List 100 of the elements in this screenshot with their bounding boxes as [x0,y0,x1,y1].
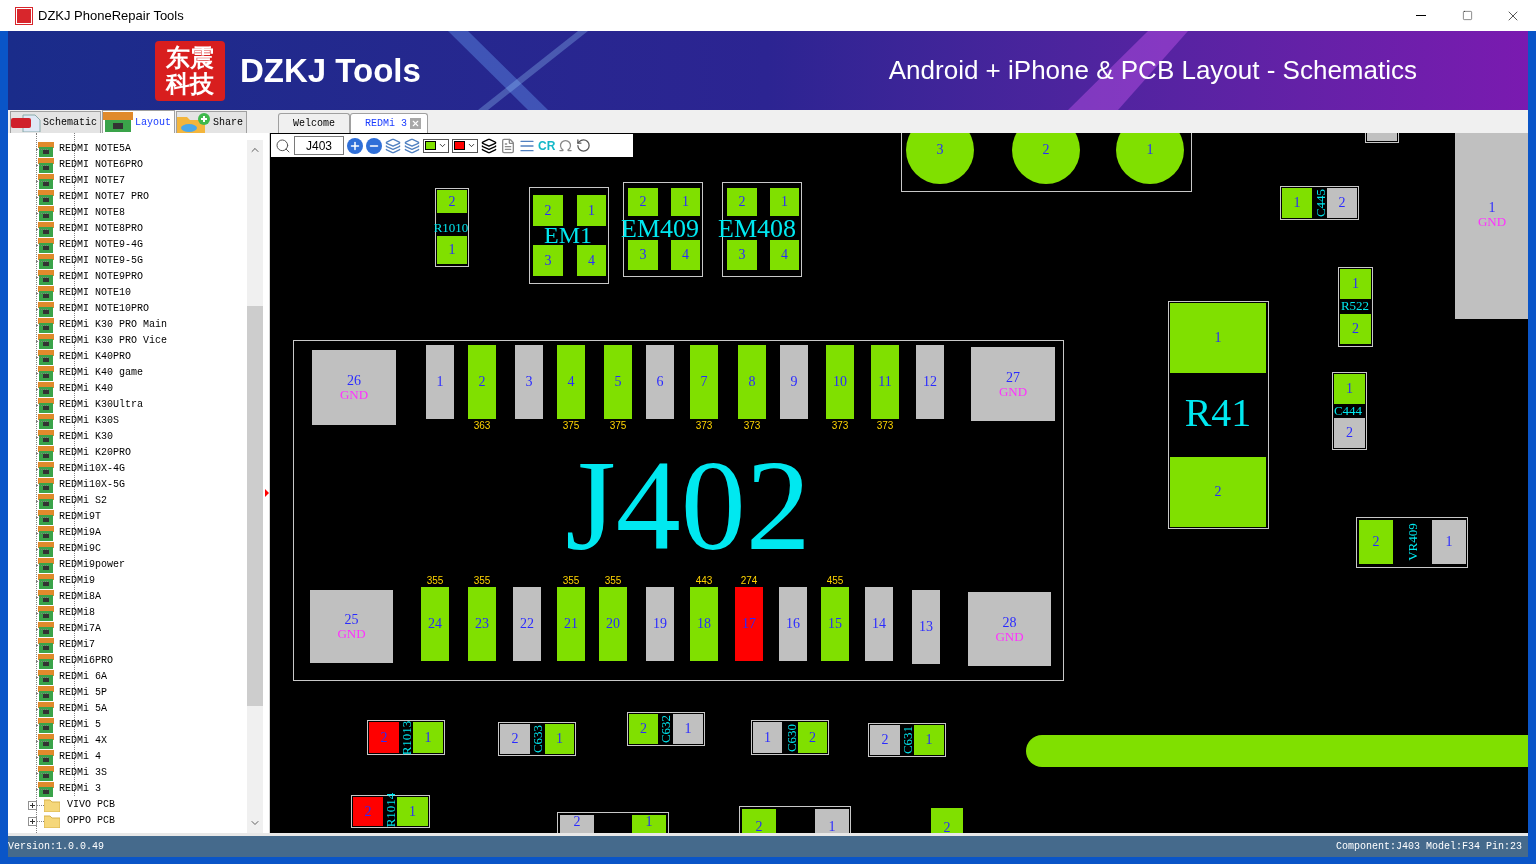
solder-pad[interactable]: 1 [770,188,799,216]
tab[interactable]: Layout [102,110,176,133]
solder-pad[interactable]: 10 [826,345,854,419]
solder-pad[interactable]: 1 [426,345,454,419]
component-outline[interactable] [1338,267,1373,347]
solder-pad[interactable]: 21 [557,587,585,661]
tree-item[interactable]: REDMi6PRO [59,656,113,666]
tree-item[interactable]: REDMI NOTE9PRO [59,272,143,282]
component-outline[interactable] [1332,372,1367,450]
document-tab[interactable]: Welcome [278,113,350,133]
reset-icon[interactable] [576,138,592,153]
tree-item[interactable]: REDMi 4X [59,736,107,746]
component-outline[interactable] [529,187,609,284]
solder-pad[interactable]: 14 [865,587,893,661]
solder-pad[interactable]: 13 [912,590,940,664]
component-outline[interactable] [868,723,946,757]
tree-item[interactable]: REDMi 3 [59,784,101,794]
solder-pad[interactable]: 1 [1282,188,1312,218]
solder-pad[interactable]: 1 [413,722,443,753]
tree-item[interactable]: REDMi9T [59,512,101,522]
search-icon[interactable] [275,137,291,154]
tree-item[interactable]: REDMI NOTE10 [59,288,131,298]
tree-item[interactable]: REDMi9C [59,544,101,554]
tree-item[interactable]: REDMi 5 [59,720,101,730]
solder-pad[interactable]: 22 [513,587,541,661]
solder-pad[interactable]: 6 [646,345,674,419]
tree-item[interactable]: REDMI NOTE5A [59,144,131,154]
solder-pad[interactable]: 3 [533,245,563,276]
solder-pad[interactable]: 24 [421,587,449,661]
solder-pad[interactable]: 1 [1432,520,1466,564]
omega-icon[interactable] [558,138,574,153]
tree-item[interactable]: REDMI NOTE7 PRO [59,192,149,202]
solder-pad[interactable]: 11 [871,345,899,419]
solder-pad[interactable]: 1 [1116,133,1184,184]
solder-pad[interactable]: 4 [557,345,585,419]
solder-pad[interactable]: 1 [397,797,428,826]
solder-pad[interactable]: 1 GND [1455,133,1528,319]
solder-pad[interactable]: 1 [1340,269,1371,299]
solder-pad[interactable]: 2 [727,188,757,216]
solder-pad[interactable]: 8 [738,345,766,419]
solder-pad[interactable]: 15 [821,587,849,661]
tree-item[interactable]: REDMi9 [59,576,95,586]
solder-pad[interactable]: 5 [604,345,632,419]
solder-pad[interactable]: 1 [673,714,703,744]
solder-pad[interactable]: 1 [632,815,666,833]
expand-icon[interactable] [28,816,37,826]
search-field[interactable]: J403 [294,136,344,155]
tree-item[interactable]: REDMi10X-5G [59,480,125,490]
solder-pad[interactable]: 2 [931,808,963,833]
component-outline[interactable] [1168,301,1269,529]
tree-item[interactable]: REDMI NOTE7 [59,176,125,186]
tree-item[interactable]: REDMi 3S [59,768,107,778]
document-tab[interactable]: REDMi 3 [350,113,429,133]
solder-pad[interactable]: 2 [870,725,900,755]
tree-item[interactable]: REDMi9power [59,560,125,570]
solder-pad[interactable]: 1 [753,722,782,753]
solder-pad[interactable]: 1 [577,195,606,226]
solder-pad[interactable]: 4 [770,240,799,270]
component-outline[interactable] [498,722,576,756]
solder-pad[interactable]: 23 [468,587,496,661]
tab[interactable]: Schematic [10,111,101,133]
tree-item[interactable]: REDMi7 [59,640,95,650]
tree-item[interactable]: REDMI NOTE8 [59,208,125,218]
tree-item[interactable]: REDMI NOTE9-4G [59,240,143,250]
solder-pad[interactable]: 3 [727,240,757,270]
component-outline[interactable] [351,795,430,828]
tree-item[interactable]: REDMi K30 PRO Main [59,320,168,330]
zoom-out-icon[interactable] [366,137,382,154]
tree-item[interactable]: REDMi10X-4G [59,464,125,474]
tree-item[interactable]: REDMi8A [59,592,101,602]
color-picker[interactable] [423,138,449,153]
scrollbar-thumb[interactable] [247,306,263,706]
solder-pad[interactable]: 2 [468,345,496,419]
solder-pad[interactable]: 3 [906,133,974,184]
tree-item[interactable]: REDMI NOTE8PRO [59,224,143,234]
tree-item[interactable]: REDMi 5P [59,688,107,698]
tree-item[interactable]: REDMi K40 [59,384,113,394]
solder-pad[interactable]: 2 [560,815,594,833]
tree-item[interactable]: REDMi7A [59,624,101,634]
zoom-in-icon[interactable] [347,137,363,154]
solder-pad[interactable]: 2 [1327,188,1357,218]
solder-pad[interactable]: 2 [742,809,776,833]
solder-pad[interactable]: 16 [779,587,807,661]
tree-item[interactable]: REDMi K30Ultra [59,400,143,410]
tree-item[interactable]: REDMi K40PRO [59,352,131,362]
tree-item[interactable]: REDMi K30 [59,432,113,442]
solder-pad[interactable]: 19 [646,587,674,661]
solder-pad[interactable]: 27 GND [971,347,1055,421]
tree-item[interactable]: REDMi K30S [59,416,119,426]
layout-canvas[interactable] [270,133,1528,833]
solder-pad[interactable]: 1 [914,725,944,755]
solder-pad[interactable]: 2 [1340,314,1371,344]
solder-pad[interactable]: 1 [671,188,700,216]
tree-item[interactable]: VIVO PCB [67,800,115,810]
solder-pad[interactable]: 4 [577,245,606,276]
solder-pad[interactable]: 2 [798,722,827,753]
solder-pad[interactable]: 3 [628,240,658,270]
tree-item[interactable]: REDMi K20PRO [59,448,131,458]
solder-pad[interactable]: 1 [545,724,574,754]
tree-item[interactable]: REDMi 4 [59,752,101,762]
